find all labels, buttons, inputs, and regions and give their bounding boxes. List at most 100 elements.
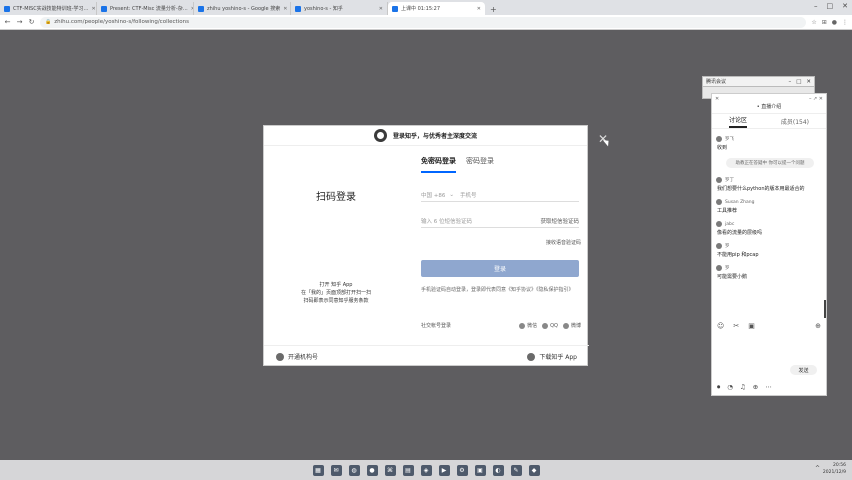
taskbar-app-icon[interactable]: ⌘: [384, 464, 396, 476]
avatar: [716, 136, 722, 142]
agreement-text: 手机验证码自动登录，登录即代表同意《知乎协议》《隐私保护指引》: [421, 287, 574, 293]
extension-icon[interactable]: ⊞: [822, 19, 827, 26]
chat-message: 罗丁 我们想要什么python的版本用最适合的: [716, 177, 824, 192]
social-login-label: 社交帐号登录: [421, 323, 452, 329]
menu-icon[interactable]: ⋮: [842, 19, 848, 26]
browser-toolbar: ← → ↻ 🔒 zhihu.com/people/yoshino-s/follo…: [0, 15, 852, 30]
add-icon[interactable]: ⊕: [815, 322, 821, 330]
taskbar-app-icon[interactable]: ◆: [528, 464, 540, 476]
taskbar-app-icon[interactable]: ✎: [510, 464, 522, 476]
minimize-button[interactable]: –: [814, 2, 818, 10]
taskbar: ▦ ✉ ◍ ● ⌘ ▤ ◈ ▶ ⚙ ▣ ◐ ✎ ◆: [0, 460, 852, 480]
browser-tab-2[interactable]: Present: CTF-Misc 流量分析-杂…✕: [97, 2, 194, 15]
system-clock[interactable]: 20:56 2021/12/9: [823, 462, 846, 476]
panel-tabs: 讨论区 成员(154): [712, 114, 826, 129]
wechat-login[interactable]: 微信: [519, 322, 537, 329]
modal-banner: 登录知乎，与优秀者主深度交流: [264, 126, 587, 146]
meeting-chat-panel: ✕ – ↗ ✕ • 直播介绍 讨论区 成员(154) 罗飞 收到 助教正在答疑中…: [711, 93, 827, 396]
taskbar-app-icon[interactable]: ▦: [312, 464, 324, 476]
open-org-account-link[interactable]: 开通机构号: [276, 352, 318, 361]
share-icon[interactable]: ⊕: [753, 383, 758, 392]
download-app-link[interactable]: 下载知乎 App: [527, 352, 577, 361]
org-icon: [276, 352, 284, 361]
taskbar-app-icon[interactable]: ▣: [474, 464, 486, 476]
taskbar-app-icon[interactable]: ⚙: [456, 464, 468, 476]
share-maximize-button[interactable]: □: [796, 79, 801, 85]
taskbar-app-icon[interactable]: ◈: [420, 464, 432, 476]
url-text: zhihu.com/people/yoshino-s/following/col…: [54, 19, 189, 25]
voice-code-link[interactable]: 接收语音验证码: [546, 239, 581, 246]
phone-field[interactable]: 中国 +86 ⌄ 手机号: [421, 188, 579, 202]
login-button[interactable]: 登录: [421, 260, 579, 277]
image-icon[interactable]: ▣: [748, 322, 755, 330]
avatar: [716, 265, 722, 271]
taskbar-app-icon[interactable]: ◍: [348, 464, 360, 476]
tab-favicon-icon: [198, 5, 204, 12]
meeting-controls: ⏺ ◔ ♫ ⊕ ⋯: [717, 383, 772, 392]
country-code-select[interactable]: 中国 +86: [421, 191, 445, 199]
browser-tab-1[interactable]: CTF-MISC实战技能特训班-学习… ✕: [0, 2, 97, 15]
tray-overflow-icon[interactable]: ^: [815, 465, 820, 472]
qq-login[interactable]: QQ: [542, 322, 558, 329]
reload-icon[interactable]: ↻: [28, 18, 35, 26]
avatar: [716, 199, 722, 205]
scissors-icon[interactable]: ✂: [733, 322, 739, 330]
send-button[interactable]: 发送: [790, 365, 817, 375]
sms-code-input[interactable]: 输入 6 位短信验证码: [421, 217, 472, 225]
chat-user: Susan Zhang: [725, 199, 755, 205]
tab-close-icon[interactable]: ✕: [283, 6, 287, 12]
qr-title: 扫码登录: [316, 192, 356, 203]
audio-icon[interactable]: ♫: [740, 383, 746, 392]
weibo-login[interactable]: 微博: [562, 322, 581, 329]
panel-close-icon[interactable]: ✕: [715, 96, 719, 102]
tab-close-icon[interactable]: ✕: [379, 6, 383, 12]
back-icon[interactable]: ←: [4, 18, 11, 26]
tab-title: Present: CTF-Misc 流量分析-杂…: [110, 6, 188, 12]
tab-favicon-icon: [4, 5, 10, 12]
forward-icon[interactable]: →: [16, 18, 23, 26]
wechat-label: 微信: [527, 323, 538, 329]
get-sms-code-button[interactable]: 获取短信验证码: [540, 217, 579, 225]
footer-right-label: 下载知乎 App: [539, 354, 577, 361]
panel-window-icons[interactable]: – ↗ ✕: [809, 96, 823, 102]
maximize-button[interactable]: □: [827, 2, 834, 10]
close-window-button[interactable]: ✕: [842, 2, 848, 10]
share-toolbar: 腾讯会议 – □ ✕: [702, 76, 815, 87]
banner-text: 登录知乎，与优秀者主深度交流: [392, 133, 477, 140]
taskbar-app-icon[interactable]: ●: [366, 464, 378, 476]
taskbar-app-icon[interactable]: ✉: [330, 464, 342, 476]
more-icon[interactable]: ⋯: [765, 383, 772, 392]
system-notice: 助教正在答疑中 你可以提一个问题: [726, 158, 814, 168]
video-icon[interactable]: ◔: [727, 383, 733, 392]
tab-discussion[interactable]: 讨论区: [728, 115, 747, 128]
app-icon: [527, 352, 536, 361]
browser-tab-5[interactable]: 上课中 01:15:27 ✕: [388, 2, 485, 15]
emoji-icon[interactable]: ☺: [717, 322, 724, 330]
weibo-icon: [562, 322, 569, 329]
browser-tab-3[interactable]: zhihu yoshino-s - Google 搜索 ✕: [194, 2, 291, 15]
profile-icon[interactable]: ●: [832, 19, 837, 26]
new-tab-button[interactable]: +: [490, 5, 497, 14]
chat-user: 罗飞: [725, 137, 734, 142]
sms-code-field[interactable]: 输入 6 位短信验证码 获取短信验证码: [421, 214, 579, 228]
qq-label: QQ: [550, 322, 558, 329]
star-icon[interactable]: ☆: [811, 19, 816, 26]
share-minimize-button[interactable]: –: [788, 79, 791, 85]
tab-members[interactable]: 成员(154): [781, 117, 809, 126]
tab-close-icon[interactable]: ✕: [92, 6, 96, 12]
chat-user: jabc: [725, 221, 735, 227]
taskbar-app-icon[interactable]: ▤: [402, 464, 414, 476]
panel-header: • 直播介绍: [712, 103, 826, 114]
tab-password-login[interactable]: 密码登录: [466, 156, 494, 173]
taskbar-app-icon[interactable]: ◐: [492, 464, 504, 476]
tab-sms-login[interactable]: 免密码登录: [421, 156, 456, 173]
qr-login-section: 扫码登录 打开 知乎 App 在「我的」页面顶部打开扫一扫 扫码即表示同意知乎服…: [264, 146, 407, 367]
browser-tab-4[interactable]: yoshino-s - 知乎 ✕: [291, 2, 388, 15]
address-bar[interactable]: 🔒 zhihu.com/people/yoshino-s/following/c…: [40, 16, 807, 28]
taskbar-app-icon[interactable]: ▶: [438, 464, 450, 476]
tab-close-icon[interactable]: ✕: [477, 6, 481, 12]
share-close-button[interactable]: ✕: [806, 79, 811, 85]
chat-scrollbar[interactable]: [824, 300, 826, 318]
phone-input[interactable]: 手机号: [460, 191, 477, 199]
mic-icon[interactable]: ⏺: [717, 383, 720, 392]
